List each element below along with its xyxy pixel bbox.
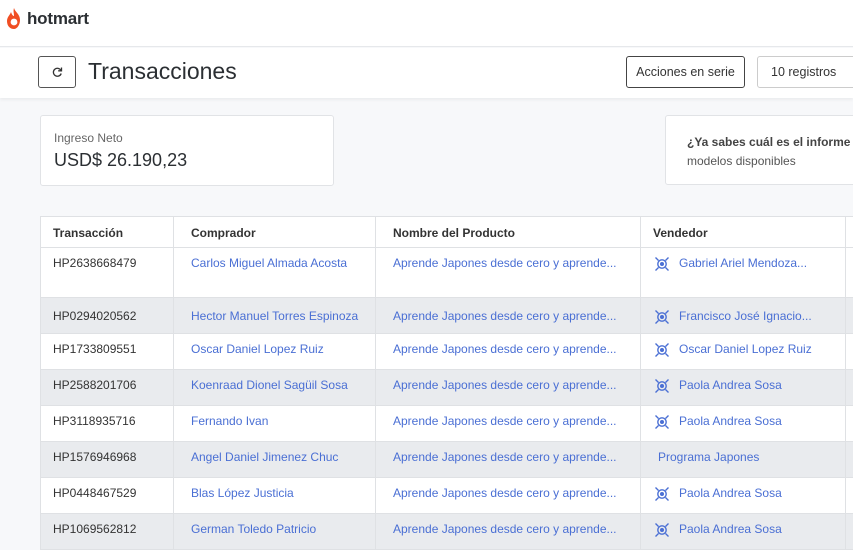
flame-icon [7, 8, 20, 29]
extra-cell [845, 334, 853, 369]
seller-link[interactable]: Paola Andrea Sosa [679, 413, 782, 428]
affiliate-icon [653, 308, 671, 326]
affiliate-icon [653, 255, 671, 273]
product-link[interactable]: Aprende Japones desde cero y aprende... [375, 406, 640, 441]
report-info-subtitle: modelos disponibles [687, 154, 796, 168]
buyer-link[interactable]: Fernando Ivan [173, 406, 375, 441]
net-income-value: USD$ 26.190,23 [54, 150, 188, 170]
seller-cell: Gabriel Ariel Mendoza... [640, 248, 845, 297]
extra-cell [845, 370, 853, 405]
affiliate-icon [653, 413, 671, 431]
table-row[interactable]: HP1733809551 Oscar Daniel Lopez Ruiz Apren… [41, 334, 853, 370]
report-info-card[interactable]: ¿Ya sabes cuál es el informe de modelos … [665, 115, 853, 185]
product-link[interactable]: Aprende Japones desde cero y aprende... [375, 334, 640, 369]
extra-cell [845, 298, 853, 333]
table-row[interactable]: HP0448467529 Blas López Justicia Aprende J… [41, 478, 853, 514]
affiliate-icon [653, 521, 671, 539]
seller-cell: Programa Japones [640, 442, 845, 477]
seller-link[interactable]: Oscar Daniel Lopez Ruiz [679, 341, 812, 356]
seller-cell: Paola Andrea Sosa [640, 478, 845, 513]
seller-link[interactable]: Paola Andrea Sosa [679, 521, 782, 536]
refresh-icon [52, 67, 63, 77]
extra-cell [845, 478, 853, 513]
seller-cell: Oscar Daniel Lopez Ruiz [640, 334, 845, 369]
table-row[interactable]: HP0294020562 Hector Manuel Torres Espinoz… [41, 298, 853, 334]
buyer-link[interactable]: Oscar Daniel Lopez Ruiz [173, 334, 375, 369]
product-link[interactable]: Aprende Japones desde cero y aprende... [375, 370, 640, 405]
transaction-id[interactable]: HP0294020562 [41, 298, 173, 333]
column-header-transaction[interactable]: Transacción [41, 217, 173, 247]
seller-cell: Paola Andrea Sosa [640, 370, 845, 405]
column-header-product[interactable]: Nombre del Producto [375, 217, 640, 247]
seller-cell: Francisco José Ignacio... [640, 298, 845, 333]
buyer-link[interactable]: Blas López Justicia [173, 478, 375, 513]
transaction-id[interactable]: HP1069562812 [41, 514, 173, 549]
buyer-link[interactable]: German Toledo Patricio [173, 514, 375, 549]
buyer-link[interactable]: Angel Daniel Jimenez Chuc [173, 442, 375, 477]
refresh-button[interactable] [38, 56, 76, 88]
net-income-label: Ingreso Neto [54, 131, 123, 145]
buyer-link[interactable]: Carlos Miguel Almada Acosta [173, 248, 375, 297]
bulk-actions-button[interactable]: Acciones en serie [626, 56, 745, 88]
affiliate-icon [653, 341, 671, 359]
page-header: Transacciones Acciones en serie 10 regis… [0, 48, 853, 98]
column-header-buyer[interactable]: Comprador [173, 217, 375, 247]
transaction-id[interactable]: HP2638668479 [41, 248, 173, 297]
buyer-link[interactable]: Hector Manuel Torres Espinoza [173, 298, 375, 333]
net-income-card: Ingreso Neto USD$ 26.190,23 [40, 115, 334, 186]
product-link[interactable]: Aprende Japones desde cero y aprende... [375, 478, 640, 513]
buyer-link[interactable]: Koenraad Dionel Sagüil Sosa [173, 370, 375, 405]
seller-link[interactable]: Programa Japones [658, 449, 759, 464]
seller-link[interactable]: Francisco José Ignacio... [679, 308, 812, 323]
transaction-id[interactable]: HP1576946968 [41, 442, 173, 477]
transaction-id[interactable]: HP1733809551 [41, 334, 173, 369]
transaction-id[interactable]: HP2588201706 [41, 370, 173, 405]
column-header-extra [845, 217, 853, 247]
product-link[interactable]: Aprende Japones desde cero y aprende... [375, 248, 640, 297]
table-header: Transacción Comprador Nombre del Product… [41, 217, 853, 248]
table-row[interactable]: HP2638668479 Carlos Miguel Almada Acosta A… [41, 248, 853, 298]
seller-cell: Paola Andrea Sosa [640, 514, 845, 549]
table-row[interactable]: HP3118935716 Fernando Ivan Aprende Japones… [41, 406, 853, 442]
transaction-id[interactable]: HP0448467529 [41, 478, 173, 513]
seller-cell: Paola Andrea Sosa [640, 406, 845, 441]
seller-link[interactable]: Paola Andrea Sosa [679, 377, 782, 392]
extra-cell [845, 406, 853, 441]
product-link[interactable]: Aprende Japones desde cero y aprende... [375, 298, 640, 333]
affiliate-icon [653, 377, 671, 395]
brand-name: hotmart [27, 9, 89, 28]
affiliate-icon [653, 485, 671, 503]
seller-link[interactable]: Gabriel Ariel Mendoza... [679, 255, 807, 270]
extra-cell [845, 514, 853, 549]
product-link[interactable]: Aprende Japones desde cero y aprende... [375, 442, 640, 477]
product-link[interactable]: Aprende Japones desde cero y aprende... [375, 514, 640, 549]
records-per-page-select[interactable]: 10 registros [757, 56, 853, 88]
extra-cell [845, 442, 853, 477]
seller-link[interactable]: Paola Andrea Sosa [679, 485, 782, 500]
extra-cell [845, 248, 853, 297]
hotmart-logo[interactable]: hotmart [4, 7, 89, 31]
table-row[interactable]: HP1069562812 German Toledo Patricio Aprend… [41, 514, 853, 550]
top-bar: hotmart [0, 0, 853, 47]
table-row[interactable]: HP1576946968 Angel Daniel Jimenez Chuc Apr… [41, 442, 853, 478]
page-title: Transacciones [88, 58, 237, 84]
column-header-seller[interactable]: Vendedor [640, 217, 845, 247]
transaction-id[interactable]: HP3118935716 [41, 406, 173, 441]
table-row[interactable]: HP2588201706 Koenraad Dionel Sagüil Sosa A… [41, 370, 853, 406]
transactions-table: Transacción Comprador Nombre del Product… [40, 216, 853, 550]
report-info-title: ¿Ya sabes cuál es el informe de [687, 135, 853, 149]
